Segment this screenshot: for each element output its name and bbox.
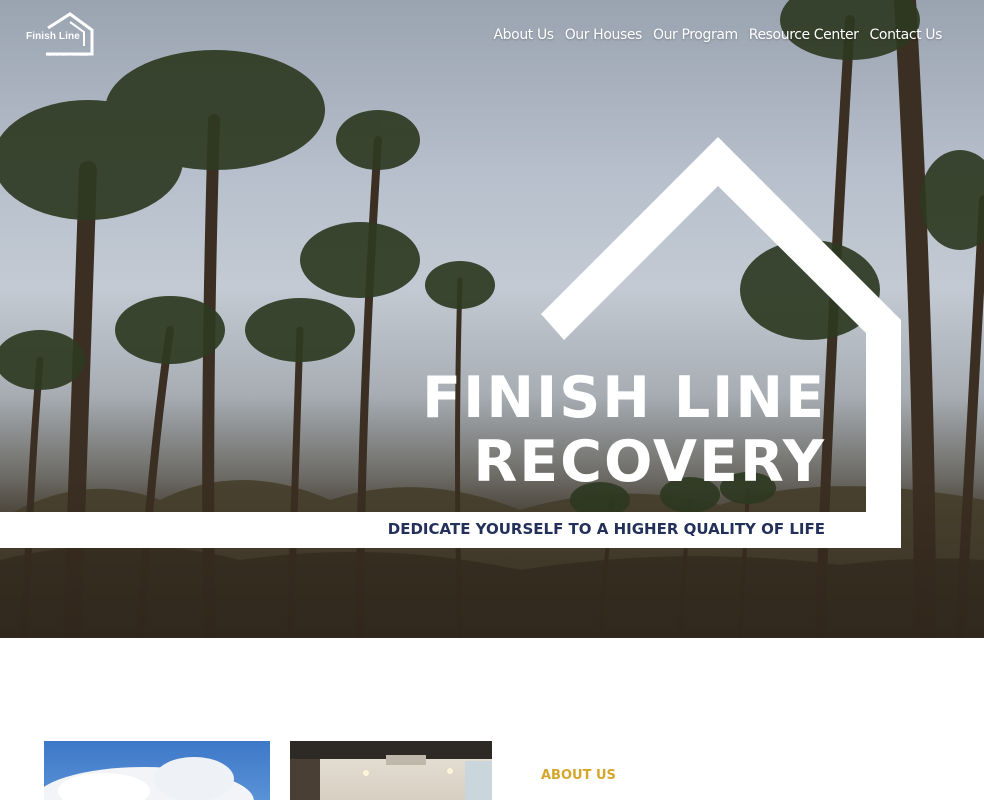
about-photo-sky <box>44 741 270 800</box>
nav-our-houses[interactable]: Our Houses <box>565 27 643 43</box>
hero-shade <box>0 478 984 638</box>
logo-name: Finish Line <box>26 31 80 42</box>
hero-section: Finish Line RECOVERY HOMES About Us Our … <box>0 0 984 638</box>
about-photo-interior <box>290 741 492 800</box>
interior-image <box>290 741 492 800</box>
logo-subtext: RECOVERY HOMES <box>46 52 89 57</box>
nav-resource-center[interactable]: Resource Center <box>749 27 859 43</box>
site-logo[interactable]: Finish Line RECOVERY HOMES <box>26 12 96 62</box>
cloud-image <box>44 757 254 800</box>
nav-our-program[interactable]: Our Program <box>653 27 738 43</box>
main-nav: About Us Our Houses Our Program Resource… <box>494 27 943 43</box>
hero-title-line2: RECOVERY <box>473 429 826 495</box>
nav-contact-us[interactable]: Contact Us <box>870 27 943 43</box>
about-section-label: ABOUT US <box>541 768 616 783</box>
hero-title-line1: FINISH LINE <box>422 365 826 431</box>
hero-title: FINISH LINE RECOVERY <box>422 366 826 494</box>
nav-about-us[interactable]: About Us <box>494 27 555 43</box>
hero-tagline: DEDICATE YOURSELF TO A HIGHER QUALITY OF… <box>387 520 825 538</box>
